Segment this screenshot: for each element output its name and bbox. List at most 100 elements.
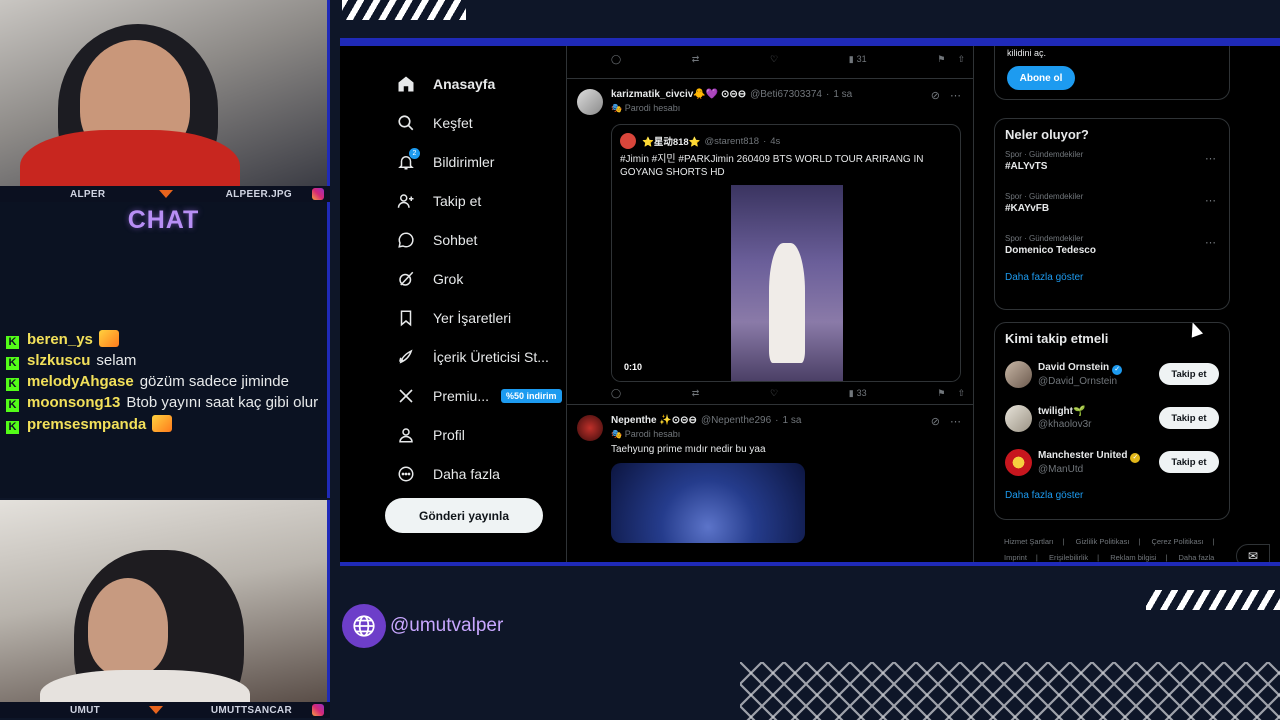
nav-label: Profil	[433, 426, 465, 443]
bookmark-icon[interactable]: ⚑	[937, 54, 945, 65]
webcam-alper	[0, 0, 330, 186]
stream-overlay: ALPER ALPEER.JPG CHAT Kberen_ys Kslzkusc…	[0, 0, 1280, 720]
bookmark-icon[interactable]: ⚑	[937, 388, 945, 399]
more-icon[interactable]: ⋯	[1205, 194, 1217, 207]
handle-text: @umutvalper	[390, 615, 504, 636]
person-plus-icon	[394, 189, 418, 213]
reply-icon[interactable]: ◯	[611, 54, 621, 65]
kick-icon: K	[6, 399, 19, 412]
reply-icon[interactable]: ◯	[611, 388, 621, 399]
tweet-author[interactable]: Nepenthe ✨⊙⊝⊖	[611, 415, 697, 426]
tweet-time[interactable]: 1 sa	[783, 415, 802, 426]
nav-more[interactable]: Daha fazla	[380, 454, 570, 493]
messages-drawer-button[interactable]: ✉	[1236, 544, 1270, 562]
chart-icon: ▮	[848, 387, 854, 398]
cam-label-bottom: UMUT UMUTTSANCAR	[0, 702, 330, 718]
tweet-handle[interactable]: @Nepenthe296	[701, 415, 771, 426]
nav-label: Bildirimler	[433, 153, 495, 170]
cam-label-top: ALPER ALPEER.JPG	[0, 186, 330, 202]
nav-creator-studio[interactable]: İçerik Üreticisi St...	[380, 337, 570, 376]
nav-home[interactable]: Anasayfa	[380, 64, 570, 103]
manutd-logo-icon[interactable]	[1005, 448, 1032, 476]
footer-link[interactable]: Gizlilik Politikası	[1076, 537, 1130, 546]
cam-name-left: UMUT	[70, 704, 101, 716]
kick-icon: K	[6, 357, 19, 370]
like-icon[interactable]: ♡	[770, 388, 778, 399]
chat-message: Kpremsesmpanda	[6, 415, 322, 434]
follow-suggestion[interactable]: Manchester United ✓ @ManUtd Takip et	[995, 440, 1229, 484]
footer-link[interactable]: Çerez Politikası	[1151, 537, 1203, 546]
retweet-icon[interactable]: ⇄	[692, 388, 700, 399]
tweet[interactable]: karizmatik_civciv🐥💜 ⊙⊝⊖ @Beti67303374 · …	[567, 78, 973, 404]
more-icon[interactable]: ⋯	[950, 89, 961, 102]
tweet-time[interactable]: 1 sa	[833, 89, 852, 100]
footer-link[interactable]: Erişilebilirlik	[1049, 553, 1088, 562]
avatar[interactable]	[1005, 360, 1032, 388]
share-icon[interactable]: ⇧	[957, 54, 965, 65]
tweet[interactable]: Nepenthe ✨⊙⊝⊖ @Nepenthe296 · 1 sa ⊘ ⋯ 🎭 …	[567, 404, 973, 543]
trend-item[interactable]: Spor · Gündemdekiler Domenico Tedesco ⋯	[995, 226, 1229, 268]
follow-suggestion[interactable]: David Ornstein ✓ @David_Ornstein Takip et	[995, 352, 1229, 396]
follow-name: David Ornstein	[1038, 361, 1110, 373]
nav-chat[interactable]: Sohbet	[380, 220, 570, 259]
triangle-icon	[158, 190, 173, 198]
avatar[interactable]	[577, 415, 603, 441]
follow-button[interactable]: Takip et	[1159, 407, 1219, 429]
chat-text: selam	[96, 352, 137, 369]
tweet-actions: ◯ ⇄ ♡ ▮ 33 ⚑ ⇧	[611, 382, 965, 404]
tweet-author[interactable]: karizmatik_civciv🐥💜 ⊙⊝⊖	[611, 89, 746, 100]
quote-tweet[interactable]: ⭐星动818⭐ @starent818 · 4s #Jimin #지민 #PAR…	[611, 124, 961, 382]
more-icon[interactable]: ⋯	[1205, 152, 1217, 165]
grok-icon[interactable]: ⊘	[931, 89, 940, 102]
nav-profile[interactable]: Profil	[380, 415, 570, 454]
footer-link[interactable]: Reklam bilgisi	[1110, 553, 1156, 562]
post-button[interactable]: Gönderi yayınla	[385, 498, 543, 533]
nav-bookmarks[interactable]: Yer İşaretleri	[380, 298, 570, 337]
more-icon[interactable]: ⋯	[1205, 236, 1217, 249]
nav-premium[interactable]: Premiu... %50 indirim	[380, 376, 570, 415]
nav-notifications[interactable]: 2 Bildirimler	[380, 142, 570, 181]
triangle-icon	[148, 706, 163, 714]
nav-explore[interactable]: Keşfet	[380, 103, 570, 142]
footer-link[interactable]: Hizmet Şartları	[1004, 537, 1054, 546]
avatar[interactable]	[1005, 404, 1032, 432]
quote-author: ⭐星动818⭐	[642, 137, 701, 148]
nav-follow[interactable]: Takip et	[380, 181, 570, 220]
nav-label: Anasayfa	[433, 75, 496, 92]
follow-suggestion[interactable]: twilight🌱 @khaolov3r Takip et	[995, 396, 1229, 440]
show-more-link[interactable]: Daha fazla göster	[995, 272, 1229, 283]
tweet-image[interactable]	[611, 463, 805, 543]
retweet-icon[interactable]: ⇄	[692, 54, 700, 65]
avatar[interactable]	[577, 89, 603, 115]
follow-title: Kimi takip etmeli	[1005, 331, 1109, 346]
nav-grok[interactable]: Grok	[380, 259, 570, 298]
x-browser-window: Anasayfa Keşfet 2 Bildirimler Takip et S…	[340, 40, 1280, 566]
views-count[interactable]: ▮ 31	[849, 54, 867, 65]
views-count[interactable]: ▮ 33	[849, 388, 867, 399]
quote-text: #Jimin #지민 #PARKJimin 260409 BTS WORLD T…	[620, 154, 924, 178]
grok-icon[interactable]: ⊘	[931, 415, 940, 428]
follow-button[interactable]: Takip et	[1159, 363, 1219, 385]
like-icon[interactable]: ♡	[770, 54, 778, 65]
share-icon[interactable]: ⇧	[957, 388, 965, 399]
video-player[interactable]: 0:10	[612, 185, 960, 381]
webcam-umut	[0, 500, 330, 702]
follow-info: Manchester United ✓ @ManUtd	[1038, 449, 1141, 476]
nav-label: Grok	[433, 270, 464, 287]
cam-name-right: ALPEER.JPG	[225, 188, 292, 200]
trend-item[interactable]: Spor · Gündemdekiler #KAYvFB ⋯	[995, 184, 1229, 226]
verified-icon: ✓	[1112, 364, 1123, 375]
tweet-handle[interactable]: @Beti67303374	[750, 89, 822, 100]
subscribe-button[interactable]: Abone ol	[1007, 66, 1075, 90]
rocket-icon	[394, 345, 418, 369]
follow-name: Manchester United	[1038, 449, 1128, 461]
follow-info: twilight🌱 @khaolov3r	[1038, 405, 1092, 431]
subscribe-text: kilidini aç.	[1007, 48, 1047, 58]
show-more-link[interactable]: Daha fazla göster	[995, 490, 1229, 501]
follow-handle: @David_Ornstein	[1038, 375, 1118, 387]
quote-header: ⭐星动818⭐ @starent818 · 4s	[612, 125, 960, 149]
footer-link[interactable]: Imprint	[1004, 553, 1027, 562]
trend-item[interactable]: Spor · Gündemdekiler #ALYvTS ⋯	[995, 142, 1229, 184]
follow-button[interactable]: Takip et	[1159, 451, 1219, 473]
more-icon[interactable]: ⋯	[950, 415, 961, 428]
